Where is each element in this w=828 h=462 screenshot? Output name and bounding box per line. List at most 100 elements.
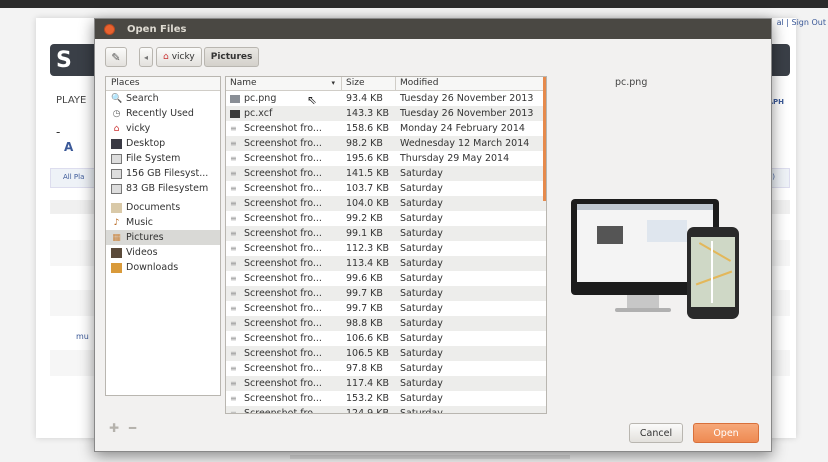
place-83gb-filesystem[interactable]: 83 GB Filesystem [106, 181, 220, 196]
file-modified: Saturday [400, 273, 443, 284]
image-file-icon: ≡ [230, 408, 237, 414]
column-name-header[interactable]: Name ▾ [226, 77, 342, 90]
file-row[interactable]: ≡ Screenshot fro... 99.7 KB Saturday [226, 301, 546, 316]
file-size: 99.7 KB [346, 288, 383, 299]
edit-location-button[interactable]: ✎ [105, 47, 127, 67]
file-row[interactable]: ≡ Screenshot fro... 98.2 KB Wednesday 12 Ma… [226, 136, 546, 151]
file-row[interactable]: ≡ Screenshot fro... 99.1 KB Saturday [226, 226, 546, 241]
file-size: 113.4 KB [346, 258, 389, 269]
file-modified: Saturday [400, 213, 443, 224]
file-modified: Tuesday 26 November 2013 [400, 108, 534, 119]
place-label: File System [126, 153, 181, 164]
file-size: 141.5 KB [346, 168, 389, 179]
file-modified: Saturday [400, 393, 443, 404]
file-row[interactable]: ≡ Screenshot fro... 104.0 KB Saturday [226, 196, 546, 211]
file-row[interactable]: ≡ Screenshot fro... 124.9 KB Saturday [226, 406, 546, 414]
file-row[interactable]: ≡ Screenshot fro... 195.6 KB Thursday 29 Ma… [226, 151, 546, 166]
dialog-titlebar[interactable]: Open Files [95, 19, 771, 39]
file-size: 104.0 KB [346, 198, 389, 209]
file-name-cell: ≡ Screenshot fro... [226, 286, 342, 301]
file-row[interactable]: pc.png 93.4 KB Tuesday 26 November 2013 [226, 91, 546, 106]
file-modified: Saturday [400, 318, 443, 329]
map-road [695, 270, 733, 286]
place-file-system[interactable]: File System [106, 151, 220, 166]
place-recently-used[interactable]: ◷ Recently Used [106, 106, 220, 121]
image-file-icon: ≡ [230, 273, 237, 283]
add-bookmark-icon[interactable]: ✚ [109, 421, 119, 435]
file-row[interactable]: ≡ Screenshot fro... 103.7 KB Saturday [226, 181, 546, 196]
home-icon: ⌂ [113, 123, 120, 134]
file-row[interactable]: ≡ Screenshot fro... 99.7 KB Saturday [226, 286, 546, 301]
file-name: Screenshot fro... [244, 303, 322, 314]
file-row[interactable]: ≡ Screenshot fro... 99.2 KB Saturday [226, 211, 546, 226]
file-name: Screenshot fro... [244, 153, 322, 164]
file-row[interactable]: ≡ Screenshot fro... 106.5 KB Saturday [226, 346, 546, 361]
background-footer [290, 455, 570, 459]
file-row[interactable]: ≡ Screenshot fro... 97.8 KB Saturday [226, 361, 546, 376]
file-row[interactable]: ≡ Screenshot fro... 106.6 KB Saturday [226, 331, 546, 346]
image-file-icon: ≡ [230, 363, 237, 373]
image-file-icon: ≡ [230, 138, 237, 148]
place-music[interactable]: ♪ Music [106, 215, 220, 230]
places-header: Places [106, 77, 220, 91]
file-name: Screenshot fro... [244, 318, 322, 329]
map-road [698, 242, 732, 262]
banner-logo-letter: S [56, 48, 72, 73]
place-downloads[interactable]: Downloads [106, 260, 220, 275]
place-label: Documents [126, 202, 181, 213]
file-size: 99.6 KB [346, 273, 383, 284]
file-row[interactable]: ≡ Screenshot fro... 141.5 KB Saturday [226, 166, 546, 181]
path-scroll-left-button[interactable]: ◂ [139, 47, 153, 67]
breadcrumb-pictures[interactable]: Pictures [203, 47, 260, 67]
file-name: pc.xcf [244, 108, 273, 119]
file-name: Screenshot fro... [244, 363, 322, 374]
file-size: 143.3 KB [346, 108, 389, 119]
close-button[interactable] [104, 23, 115, 35]
place-desktop[interactable]: Desktop [106, 136, 220, 151]
place-label: Music [126, 217, 154, 228]
desktop-icon [111, 138, 122, 149]
place-pictures[interactable]: ▦ Pictures [106, 230, 220, 245]
file-row[interactable]: ≡ Screenshot fro... 112.3 KB Saturday [226, 241, 546, 256]
breadcrumb-home[interactable]: ⌂ vicky [156, 47, 202, 67]
cancel-button[interactable]: Cancel [629, 423, 683, 443]
drive-icon [111, 153, 122, 164]
file-row[interactable]: pc.xcf 143.3 KB Tuesday 26 November 2013 [226, 106, 546, 121]
place-vicky[interactable]: ⌂ vicky [106, 121, 220, 136]
file-name-cell: ≡ Screenshot fro... [226, 346, 342, 361]
a-label: A [64, 140, 74, 154]
file-row[interactable]: ≡ Screenshot fro... 113.4 KB Saturday [226, 256, 546, 271]
all-players-label[interactable]: All Pla [63, 173, 84, 181]
background-link[interactable]: mu [76, 332, 89, 341]
places-add-remove: ✚ ━ [109, 421, 136, 435]
column-size-header[interactable]: Size [342, 77, 396, 90]
place-label: 83 GB Filesystem [126, 183, 209, 194]
file-size: 99.7 KB [346, 303, 383, 314]
file-row[interactable]: ≡ Screenshot fro... 98.8 KB Saturday [226, 316, 546, 331]
player-label: PLAYE [56, 95, 87, 106]
file-name: Screenshot fro... [244, 348, 322, 359]
file-name: Screenshot fro... [244, 183, 322, 194]
place-videos[interactable]: Videos [106, 245, 220, 260]
preview-screen-bar [577, 204, 713, 210]
place-label: Recently Used [126, 108, 194, 119]
chevron-left-icon: ◂ [143, 52, 148, 62]
signout-link[interactable]: al | Sign Out [777, 18, 826, 27]
place-search[interactable]: 🔍 Search [106, 91, 220, 106]
place-documents[interactable]: Documents [106, 200, 220, 215]
file-list-scroll-indicator[interactable] [543, 77, 546, 201]
remove-bookmark-icon[interactable]: ━ [129, 421, 136, 435]
column-modified-header[interactable]: Modified [396, 77, 546, 90]
file-modified: Wednesday 12 March 2014 [400, 138, 530, 149]
file-row[interactable]: ≡ Screenshot fro... 153.2 KB Saturday [226, 391, 546, 406]
preview-monitor-stand [627, 295, 659, 309]
file-modified: Saturday [400, 258, 443, 269]
file-row[interactable]: ≡ Screenshot fro... 158.6 KB Monday 24 Febr… [226, 121, 546, 136]
file-name: Screenshot fro... [244, 288, 322, 299]
place-156gb-filesystem[interactable]: 156 GB Filesyst... [106, 166, 220, 181]
file-name-cell: ≡ Screenshot fro... [226, 361, 342, 376]
open-button[interactable]: Open [693, 423, 759, 443]
file-row[interactable]: ≡ Screenshot fro... 117.4 KB Saturday [226, 376, 546, 391]
file-name: Screenshot fro... [244, 408, 322, 414]
file-row[interactable]: ≡ Screenshot fro... 99.6 KB Saturday [226, 271, 546, 286]
